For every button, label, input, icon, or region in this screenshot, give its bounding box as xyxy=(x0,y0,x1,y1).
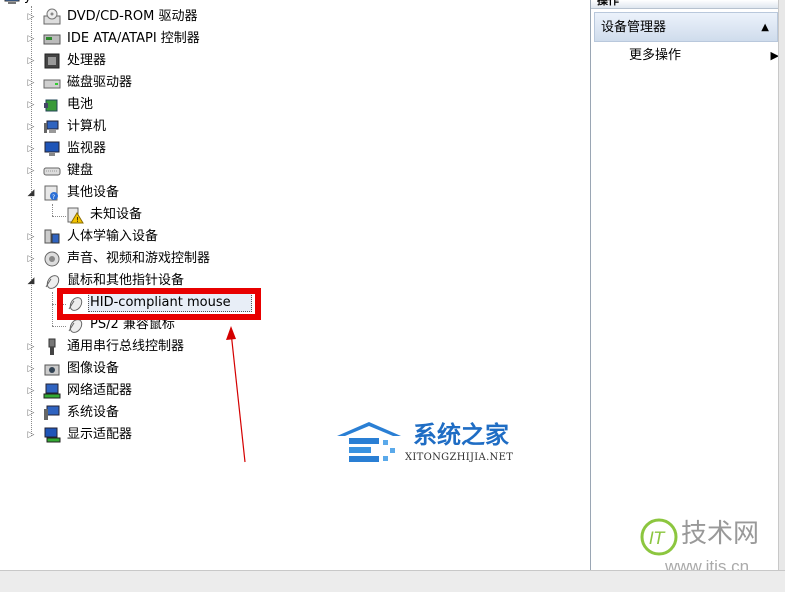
device-tree: yamao-PC ▷ DVD/CD-ROM 驱动器 ▷ IDE ATA/ATAP… xyxy=(0,0,590,570)
sound-icon xyxy=(44,251,60,267)
expand-arrow-icon[interactable]: ▷ xyxy=(26,226,36,248)
svg-text:!: ! xyxy=(76,216,79,224)
computer-icon xyxy=(44,120,59,133)
tree-item-label: 系统设备 xyxy=(67,405,120,420)
tree-item-processor[interactable]: ▷ 处理器 xyxy=(0,50,260,72)
actions-pane: 操作 设备管理器 ▲ 更多操作 ▶ IT 技术网 www.itjs.cn xyxy=(590,0,785,576)
horizontal-scrollbar[interactable] xyxy=(0,570,785,592)
tree-item-unknown-device[interactable]: ! 未知设备 xyxy=(0,204,260,226)
tree-item-sound-video-game[interactable]: ▷ 声音、视频和游戏控制器 xyxy=(0,248,260,270)
tree-item-monitor[interactable]: ▷ 监视器 xyxy=(0,138,260,160)
svg-text:IT: IT xyxy=(649,529,666,549)
itjs-logo-icon: IT xyxy=(640,518,678,556)
collapse-arrow-icon[interactable]: ◢ xyxy=(26,182,36,204)
keyboard-icon xyxy=(43,167,61,176)
watermark-site-name: 系统之家 xyxy=(413,421,509,449)
watermark-site-url: XITONGZHIJIA.NET xyxy=(405,452,514,463)
disk-drive-icon xyxy=(43,79,61,89)
actions-header: 操作 xyxy=(591,0,785,9)
expand-arrow-icon[interactable]: ▷ xyxy=(26,424,36,446)
actions-scrollbar[interactable] xyxy=(778,0,785,570)
system-devices-icon xyxy=(44,405,60,420)
more-actions-label: 更多操作 xyxy=(629,48,682,63)
expand-arrow-icon[interactable]: ▷ xyxy=(26,50,36,72)
network-adapter-icon xyxy=(43,383,61,399)
tree-item-label: 人体学输入设备 xyxy=(67,229,159,244)
hid-icon xyxy=(44,229,60,244)
tree-item-human-interface-devices[interactable]: ▷ 人体学输入设备 xyxy=(0,226,260,248)
expand-arrow-icon[interactable]: ▷ xyxy=(26,402,36,424)
expand-arrow-icon[interactable]: ▷ xyxy=(26,138,36,160)
expand-arrow-icon[interactable]: ▷ xyxy=(26,336,36,358)
svg-text:?: ? xyxy=(52,194,55,201)
processor-icon xyxy=(44,53,60,69)
collapse-arrow-icon[interactable]: ◢ xyxy=(26,270,36,292)
watermark-site2-name: 技术网 xyxy=(681,519,760,549)
tree-item-disk-drive[interactable]: ▷ 磁盘驱动器 xyxy=(0,72,260,94)
unknown-device-warning-icon: ! xyxy=(67,207,84,224)
more-actions-item[interactable]: 更多操作 ▶ xyxy=(629,44,779,68)
other-devices-icon: ? xyxy=(44,185,58,201)
expand-arrow-icon[interactable]: ▷ xyxy=(26,160,36,182)
expand-arrow-icon[interactable]: ▷ xyxy=(26,248,36,270)
xitongzhijia-logo-icon xyxy=(337,422,401,462)
tree-item-label: 显示适配器 xyxy=(67,427,133,442)
tree-item-label: 监视器 xyxy=(67,141,107,156)
usb-icon xyxy=(48,338,56,355)
expand-arrow-icon[interactable]: ▷ xyxy=(26,358,36,380)
monitor-icon xyxy=(44,141,60,156)
expand-arrow-icon[interactable]: ▷ xyxy=(26,116,36,138)
tree-item-keyboard[interactable]: ▷ 键盘 xyxy=(0,160,260,182)
actions-section-label: 设备管理器 xyxy=(601,20,667,35)
expand-arrow-icon[interactable]: ▷ xyxy=(26,94,36,116)
expand-arrow-icon[interactable]: ▷ xyxy=(26,380,36,402)
tree-item-label: 未知设备 xyxy=(90,207,143,222)
tree-item-label: 通用串行总线控制器 xyxy=(67,339,185,354)
tree-item-ide-controller[interactable]: ▷ IDE ATA/ATAPI 控制器 xyxy=(0,28,260,50)
ide-controller-icon xyxy=(43,34,61,45)
tree-item-label: 声音、视频和游戏控制器 xyxy=(67,251,211,266)
imaging-device-icon xyxy=(44,364,60,376)
xitongzhijia-watermark: 系统之家 XITONGZHIJIA.NET xyxy=(335,416,550,472)
tree-item-label: 处理器 xyxy=(67,53,107,68)
tree-item-label: 电池 xyxy=(67,97,94,112)
expand-arrow-icon[interactable]: ▷ xyxy=(26,28,36,50)
tree-item-other-devices[interactable]: ◢ ? 其他设备 xyxy=(0,182,260,204)
expand-arrow-icon[interactable]: ▷ xyxy=(26,6,36,28)
tree-item-label: 键盘 xyxy=(67,163,94,178)
tree-item-label: 图像设备 xyxy=(67,361,120,376)
tree-item-label: 网络适配器 xyxy=(67,383,133,398)
actions-section-device-manager[interactable]: 设备管理器 ▲ xyxy=(594,12,778,42)
actions-header-label: 操作 xyxy=(597,0,619,7)
annotation-arrow-icon xyxy=(226,326,246,463)
tree-item-label: 计算机 xyxy=(67,119,107,134)
collapse-up-icon[interactable]: ▲ xyxy=(761,13,769,43)
tree-item-label: IDE ATA/ATAPI 控制器 xyxy=(67,31,200,46)
tree-item-label: 其他设备 xyxy=(67,185,120,200)
tree-item-label: DVD/CD-ROM 驱动器 xyxy=(67,9,198,24)
tree-item-label: 磁盘驱动器 xyxy=(67,75,133,90)
tree-item-computer[interactable]: ▷ 计算机 xyxy=(0,116,260,138)
dvd-drive-icon xyxy=(43,8,61,25)
battery-icon xyxy=(44,99,58,112)
expand-arrow-icon[interactable]: ▷ xyxy=(26,72,36,94)
tree-item-battery[interactable]: ▷ 电池 xyxy=(0,94,260,116)
tree-item-dvd-cd-rom[interactable]: ▷ DVD/CD-ROM 驱动器 xyxy=(0,6,260,28)
red-highlight-box xyxy=(57,288,261,320)
display-adapter-icon xyxy=(44,427,61,443)
